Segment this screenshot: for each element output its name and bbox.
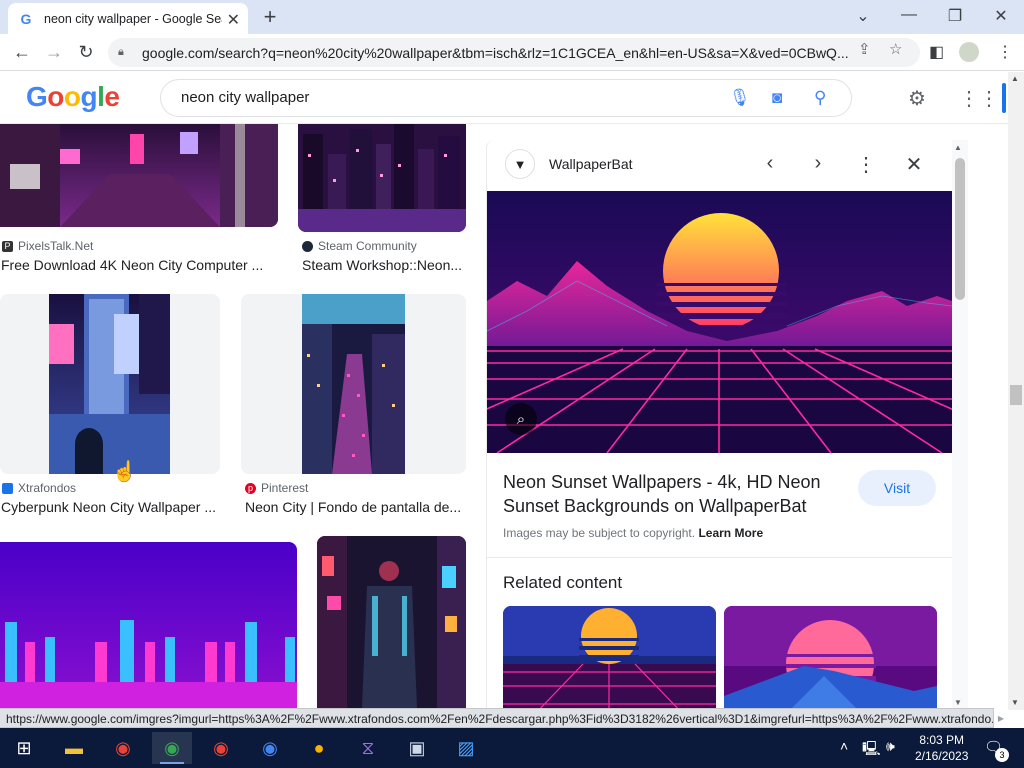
clock-time: 8:03 PM xyxy=(919,733,965,747)
lock-icon[interactable]: 🔒︎ xyxy=(118,46,134,59)
camera-lens-icon[interactable]: ◙ xyxy=(772,88,782,108)
close-tab-icon[interactable]: ✕ xyxy=(227,10,240,30)
new-tab-button[interactable]: + xyxy=(258,4,282,30)
page-scrollbar-thumb[interactable] xyxy=(1010,385,1022,405)
result-thumbnail-pinterest[interactable] xyxy=(302,294,405,474)
tab-search-chevron-icon[interactable]: ⌄ xyxy=(853,6,873,26)
previous-chevron-icon[interactable]: ‹ xyxy=(758,152,782,175)
xtrafondos-favicon-icon xyxy=(2,482,13,494)
pinterest-favicon-icon: p xyxy=(245,482,256,494)
panel-scroll-up-icon[interactable]: ▲ xyxy=(954,143,962,152)
restore-button[interactable]: ❐ xyxy=(945,6,965,26)
google-header: Google 🎙︎ ◙ ⚲ ⚙ ⋮⋮⋮ xyxy=(0,72,1019,124)
result-source[interactable]: P PixelsTalk.Net xyxy=(2,239,93,253)
related-thumbnail[interactable] xyxy=(503,606,716,710)
bookmark-star-icon[interactable]: ☆ xyxy=(889,40,902,58)
learn-more-link[interactable]: Learn More xyxy=(698,526,763,540)
minimize-button[interactable]: — xyxy=(899,6,919,24)
tab-title: neon city wallpaper - Google Search xyxy=(44,11,222,26)
chrome-profile-d-icon[interactable]: ◉ xyxy=(250,732,290,764)
network-icon[interactable]: 🖳︎ xyxy=(862,738,881,762)
windows-start-icon[interactable]: ⊞ xyxy=(4,732,44,764)
next-chevron-icon[interactable]: › xyxy=(806,152,830,175)
reload-button[interactable]: ↻ xyxy=(74,40,98,64)
pixelstalk-favicon-icon: P xyxy=(2,240,13,252)
hand-cursor-icon: ☝ xyxy=(112,461,137,483)
windows-taskbar: ⊞ ▬ ◉ ◉ ◉ ◉ ● ⧖ ▣ ▨ ˄ 🖳︎ 🕪︎ 8:03 PM 2/16… xyxy=(0,728,1024,768)
photos-icon[interactable]: ▨ xyxy=(446,732,486,764)
result-thumbnail-steam[interactable] xyxy=(298,124,466,232)
result-thumbnail-cyberpunk-figure[interactable] xyxy=(317,536,466,708)
result-title[interactable]: Neon City | Fondo de pantalla de... xyxy=(245,499,465,515)
more-options-icon[interactable]: ⋮ xyxy=(854,152,878,177)
sign-in-button-edge[interactable] xyxy=(1002,83,1006,113)
result-thumbnail-neon-columns[interactable] xyxy=(0,542,297,708)
search-icon[interactable]: ⚲ xyxy=(814,88,826,108)
result-thumbnail-pixelstalk[interactable] xyxy=(0,124,278,227)
visit-button[interactable]: Visit xyxy=(858,470,936,506)
search-box[interactable]: 🎙︎ ◙ ⚲ xyxy=(160,79,852,117)
panel-scroll-down-icon[interactable]: ▼ xyxy=(954,698,962,707)
close-panel-icon[interactable]: ✕ xyxy=(902,152,926,177)
search-input[interactable] xyxy=(181,89,701,106)
share-icon[interactable]: ⇪ xyxy=(858,40,871,58)
address-url[interactable]: google.com/search?q=neon%20city%20wallpa… xyxy=(142,45,854,61)
address-bar[interactable]: 🔒︎ google.com/search?q=neon%20city%20wal… xyxy=(108,38,920,67)
chrome-menu-icon[interactable]: ⋮ xyxy=(997,42,1013,62)
result-source[interactable]: p Pinterest xyxy=(245,481,308,495)
browser-titlebar: G neon city wallpaper - Google Search ✕ … xyxy=(0,0,1024,34)
chrome-profile-b-icon[interactable]: ◉ xyxy=(201,732,241,764)
settings-gear-icon[interactable]: ⚙ xyxy=(908,86,926,111)
related-thumbnail[interactable] xyxy=(724,606,937,710)
system-clock[interactable]: 8:03 PM 2/16/2023 xyxy=(915,732,968,764)
back-button[interactable]: ← xyxy=(10,40,34,64)
microphone-icon[interactable]: 🎙︎ xyxy=(729,88,751,108)
result-title[interactable]: Steam Workshop::Neon... xyxy=(302,257,466,273)
link-status-bar: https://www.google.com/imgres?imgurl=htt… xyxy=(0,708,994,728)
panel-scrollbar-thumb[interactable] xyxy=(955,158,965,300)
remote-desktop-icon[interactable]: ▣ xyxy=(397,732,437,764)
chrome-profile-active-icon[interactable]: ◉ xyxy=(152,732,192,764)
canary-icon[interactable]: ● xyxy=(299,732,339,764)
clock-date: 2/16/2023 xyxy=(915,749,969,763)
browser-tab[interactable]: G neon city wallpaper - Google Search ✕ xyxy=(8,3,248,34)
page-scroll-down-icon[interactable]: ▼ xyxy=(1011,698,1019,707)
result-thumbnail-xtrafondos[interactable] xyxy=(49,294,170,474)
google-logo[interactable]: Google xyxy=(26,81,120,113)
panel-preview-image[interactable]: ⌕ xyxy=(487,191,952,453)
profile-avatar[interactable] xyxy=(959,42,979,62)
google-favicon-icon: G xyxy=(20,10,32,27)
result-title[interactable]: Cyberpunk Neon City Wallpaper ... xyxy=(1,499,219,515)
panel-site-name[interactable]: WallpaperBat xyxy=(549,156,633,172)
chrome-icon[interactable]: ◉ xyxy=(103,732,143,764)
copyright-notice: Images may be subject to copyright. Lear… xyxy=(503,526,764,540)
result-source[interactable]: Steam Community xyxy=(302,239,417,253)
related-content-heading: Related content xyxy=(503,573,623,592)
scroll-right-icon[interactable]: ▶ xyxy=(994,710,1008,728)
volume-icon[interactable]: 🕪︎ xyxy=(886,738,895,755)
wallpaperbat-logo-icon[interactable]: ▼ xyxy=(505,149,535,179)
panel-title[interactable]: Neon Sunset Wallpapers - 4k, HD Neon Sun… xyxy=(503,470,843,518)
steam-favicon-icon xyxy=(302,240,313,252)
lens-search-icon[interactable]: ⌕ xyxy=(505,403,537,435)
panel-divider xyxy=(487,557,952,558)
side-panel-icon[interactable]: ◧ xyxy=(929,42,944,62)
result-source[interactable]: Xtrafondos xyxy=(2,481,76,495)
result-title[interactable]: Free Download 4K Neon City Computer ... xyxy=(1,257,276,273)
close-window-button[interactable]: ✕ xyxy=(991,6,1011,26)
forward-button[interactable]: → xyxy=(42,40,66,64)
visual-studio-icon[interactable]: ⧖ xyxy=(348,732,388,764)
notification-count-badge: 3 xyxy=(995,748,1009,762)
file-explorer-icon[interactable]: ▬ xyxy=(54,732,94,764)
browser-toolbar: ← → ↻ 🔒︎ google.com/search?q=neon%20city… xyxy=(0,34,1024,71)
show-hidden-icons-chevron[interactable]: ˄ xyxy=(840,738,848,754)
image-preview-panel: ▼ WallpaperBat ‹ › ⋮ ✕ ⌕ Neon Sunset Wal… xyxy=(486,140,952,710)
page-scroll-up-icon[interactable]: ▲ xyxy=(1011,74,1019,83)
